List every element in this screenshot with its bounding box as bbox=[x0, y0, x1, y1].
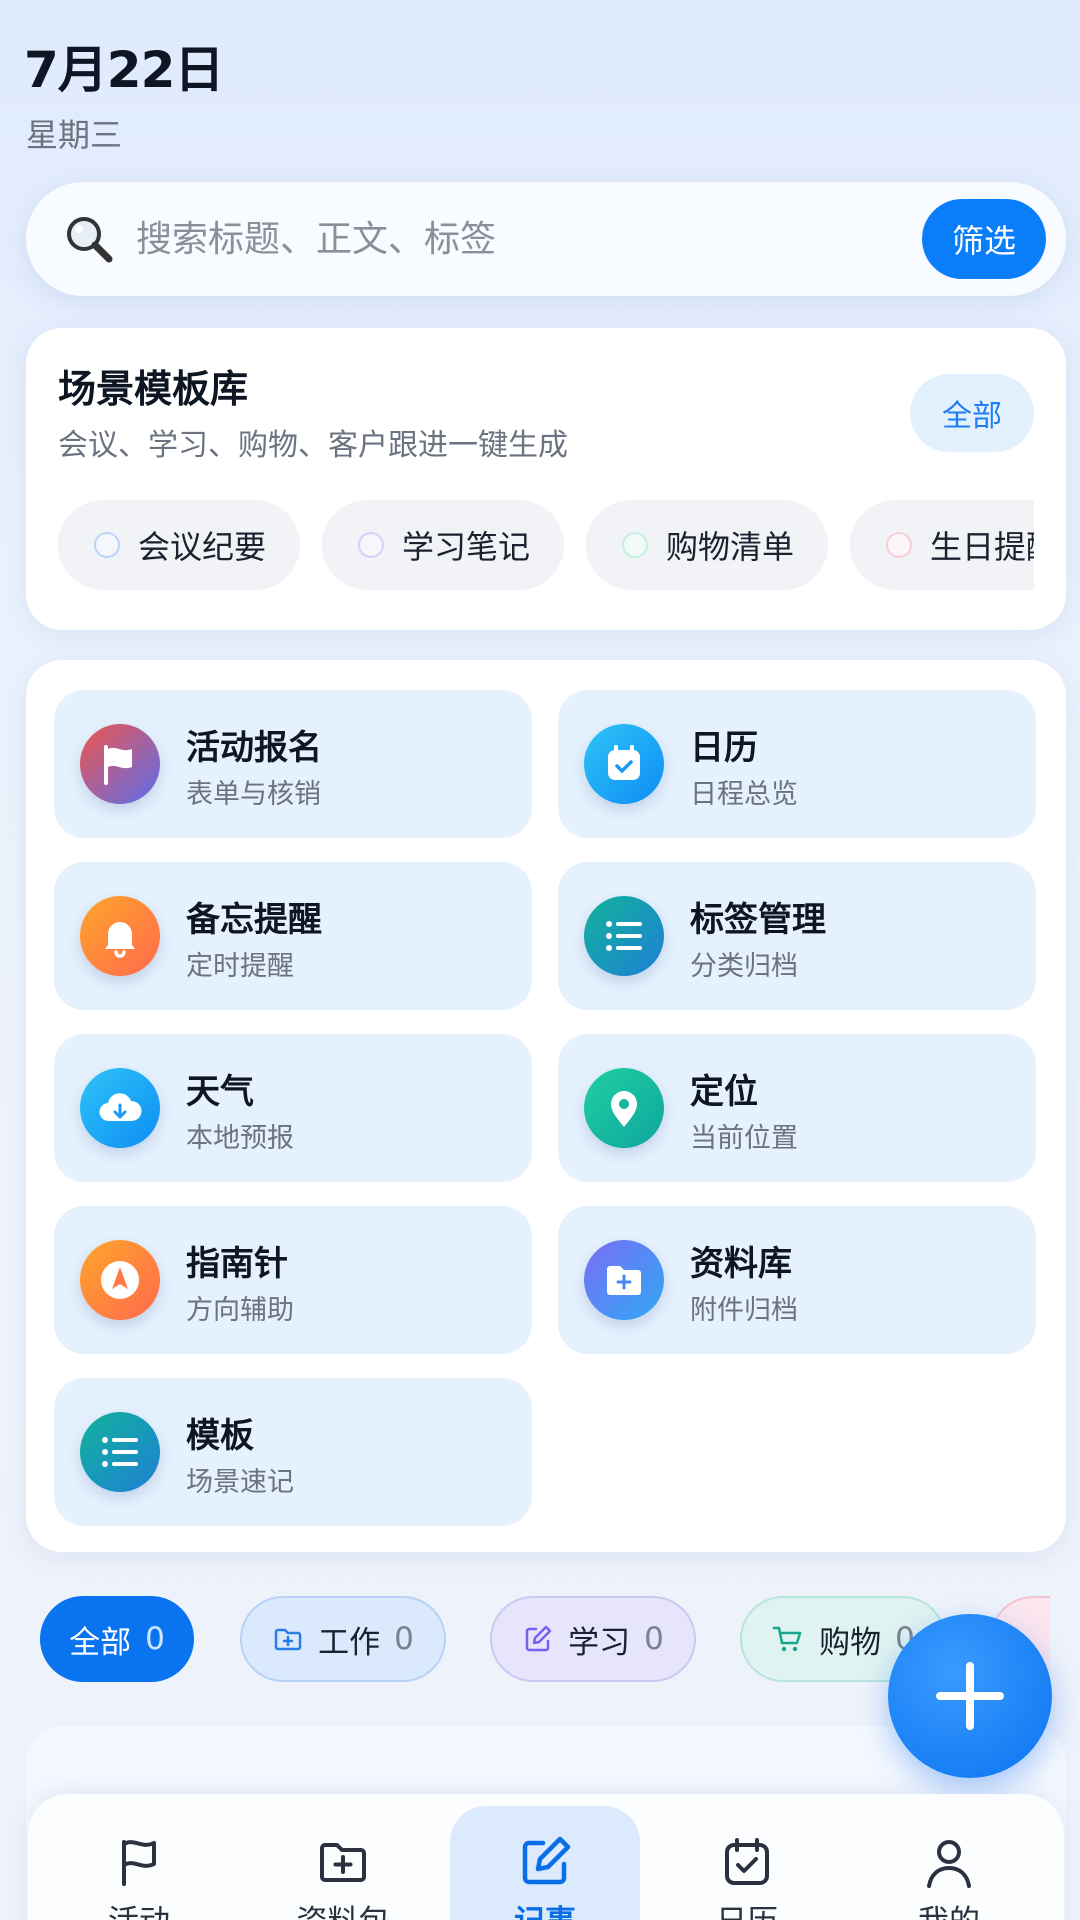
filter-button[interactable]: 筛选 bbox=[922, 199, 1046, 279]
tab-label: 记事 bbox=[514, 1896, 576, 1920]
chip-dot-icon bbox=[358, 532, 384, 558]
tool-name: 资料库 bbox=[690, 1244, 792, 1284]
tool-location[interactable]: 定位 当前位置 bbox=[558, 1034, 1036, 1182]
tool-memo-reminder[interactable]: 备忘提醒 定时提醒 bbox=[54, 862, 532, 1010]
folder-plus-icon bbox=[274, 1628, 302, 1651]
template-library-subtitle: 会议、学习、购物、客户跟进一键生成 bbox=[58, 428, 568, 463]
template-chip-shopping[interactable]: 购物清单 bbox=[586, 500, 828, 590]
tools-grid-card: 活动报名 表单与核销 日历 日程总览 备忘提醒 定时提醒 标签管理 分类归档 天… bbox=[26, 660, 1066, 1552]
tool-calendar[interactable]: 日历 日程总览 bbox=[558, 690, 1036, 838]
tool-desc: 分类归档 bbox=[690, 951, 798, 982]
bell-icon bbox=[80, 896, 160, 976]
chip-dot-icon bbox=[622, 532, 648, 558]
category-label: 工作 bbox=[318, 1624, 381, 1661]
tool-name: 天气 bbox=[186, 1072, 254, 1112]
tool-name: 备忘提醒 bbox=[186, 900, 322, 940]
edit-icon bbox=[522, 1836, 571, 1885]
flag-icon bbox=[122, 1840, 156, 1886]
tool-desc: 场景速记 bbox=[186, 1467, 294, 1498]
tool-weather[interactable]: 天气 本地预报 bbox=[54, 1034, 532, 1182]
tool-desc: 日程总览 bbox=[690, 779, 798, 810]
template-library-title: 场景模板库 bbox=[58, 367, 249, 411]
compass-icon bbox=[80, 1240, 160, 1320]
tool-desc: 定时提醒 bbox=[186, 951, 294, 982]
template-library-card: 场景模板库 会议、学习、购物、客户跟进一键生成 全部 会议纪要 学习笔记 购物清… bbox=[26, 328, 1066, 630]
tool-name: 日历 bbox=[690, 728, 758, 768]
template-chip-birthday[interactable]: 生日提醒 bbox=[850, 500, 1034, 590]
cart-icon bbox=[772, 1626, 802, 1652]
tab-notes[interactable]: 记事 bbox=[450, 1806, 640, 1920]
folder-plus-icon bbox=[584, 1240, 664, 1320]
category-count: 0 bbox=[145, 1621, 165, 1657]
tool-desc: 当前位置 bbox=[690, 1123, 798, 1154]
tool-event-signup[interactable]: 活动报名 表单与核销 bbox=[54, 690, 532, 838]
folder-plus-icon bbox=[320, 1843, 366, 1882]
chip-dot-icon bbox=[886, 532, 912, 558]
template-chip-study[interactable]: 学习笔记 bbox=[322, 500, 564, 590]
tool-tag-management[interactable]: 标签管理 分类归档 bbox=[558, 862, 1036, 1010]
category-all[interactable]: 全部 0 bbox=[40, 1596, 194, 1682]
chip-label: 会议纪要 bbox=[138, 528, 267, 566]
template-chip-list: 会议纪要 学习笔记 购物清单 生日提醒 bbox=[58, 500, 1034, 592]
bottom-tab-bar: 活动 资料包 记事 日历 我的 bbox=[28, 1794, 1064, 1920]
category-count: 0 bbox=[644, 1621, 664, 1657]
tool-desc: 附件归档 bbox=[690, 1295, 798, 1326]
chip-label: 生日提醒 bbox=[930, 528, 1034, 566]
category-label: 学习 bbox=[568, 1624, 631, 1661]
tab-calendar[interactable]: 日历 bbox=[652, 1806, 842, 1920]
tool-desc: 方向辅助 bbox=[186, 1295, 294, 1326]
tool-templates[interactable]: 模板 场景速记 bbox=[54, 1378, 532, 1526]
tool-resource-library[interactable]: 资料库 附件归档 bbox=[558, 1206, 1036, 1354]
tool-name: 活动报名 bbox=[186, 728, 322, 768]
tab-label: 我的 bbox=[918, 1896, 980, 1920]
tab-activities[interactable]: 活动 bbox=[44, 1806, 234, 1920]
edit-icon bbox=[525, 1625, 552, 1652]
category-label: 购物 bbox=[819, 1624, 882, 1661]
tool-desc: 本地预报 bbox=[186, 1123, 294, 1154]
search-input[interactable] bbox=[136, 209, 736, 269]
category-count: 0 bbox=[394, 1621, 414, 1657]
chip-label: 购物清单 bbox=[666, 528, 795, 566]
cloud-download-icon bbox=[80, 1068, 160, 1148]
search-icon bbox=[67, 217, 113, 263]
tab-label: 日历 bbox=[716, 1896, 778, 1920]
date-title: 7月22日 bbox=[24, 41, 224, 99]
calendar-check-icon bbox=[725, 1838, 769, 1885]
tool-desc: 表单与核销 bbox=[186, 779, 321, 810]
flag-icon bbox=[80, 724, 160, 804]
tool-name: 指南针 bbox=[186, 1244, 288, 1284]
location-pin-icon bbox=[584, 1068, 664, 1148]
tab-resource-pack[interactable]: 资料包 bbox=[248, 1806, 438, 1920]
chip-dot-icon bbox=[94, 532, 120, 558]
tool-name: 标签管理 bbox=[690, 900, 826, 940]
weekday-label: 星期三 bbox=[26, 116, 123, 154]
add-note-button[interactable] bbox=[888, 1614, 1052, 1778]
tab-profile[interactable]: 我的 bbox=[854, 1806, 1044, 1920]
list-icon bbox=[584, 896, 664, 976]
plus-icon bbox=[936, 1662, 1004, 1730]
category-label: 全部 bbox=[69, 1624, 132, 1661]
list-icon bbox=[80, 1412, 160, 1492]
user-icon bbox=[927, 1840, 971, 1888]
category-work[interactable]: 工作 0 bbox=[240, 1596, 446, 1682]
tab-label: 资料包 bbox=[297, 1896, 390, 1920]
chip-label: 学习笔记 bbox=[402, 528, 531, 566]
category-study[interactable]: 学习 0 bbox=[490, 1596, 696, 1682]
template-chip-meeting[interactable]: 会议纪要 bbox=[58, 500, 300, 590]
tool-compass[interactable]: 指南针 方向辅助 bbox=[54, 1206, 532, 1354]
tab-label: 活动 bbox=[108, 1896, 170, 1920]
view-all-templates-button[interactable]: 全部 bbox=[910, 374, 1034, 452]
calendar-icon bbox=[584, 724, 664, 804]
tool-name: 定位 bbox=[690, 1072, 758, 1112]
search-bar: 筛选 bbox=[26, 182, 1066, 296]
tool-name: 模板 bbox=[186, 1416, 254, 1456]
